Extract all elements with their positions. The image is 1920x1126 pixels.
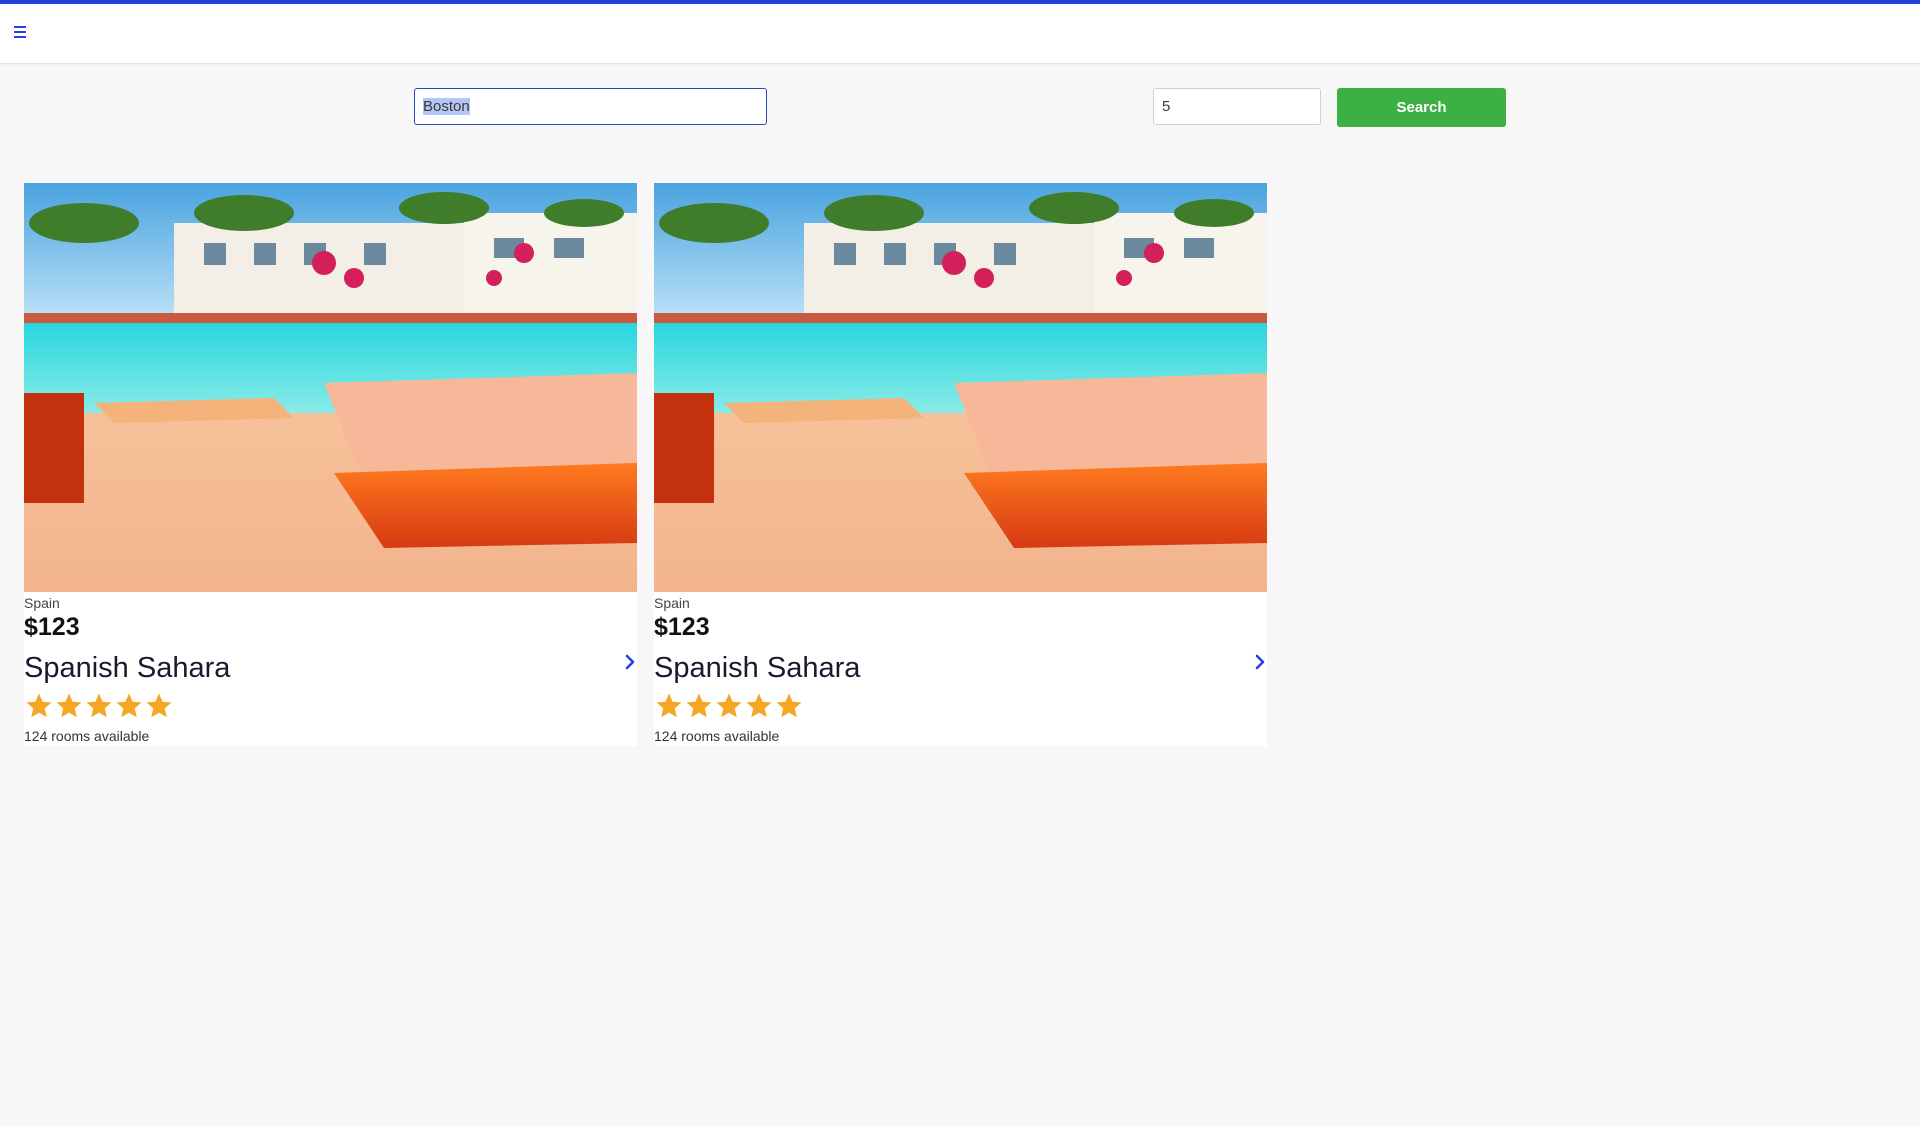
chevron-right-icon[interactable] bbox=[623, 653, 637, 671]
hamburger-menu-icon[interactable] bbox=[12, 26, 28, 40]
star-icon bbox=[146, 693, 172, 718]
card-country: Spain bbox=[654, 595, 690, 611]
location-input[interactable] bbox=[414, 88, 767, 125]
header bbox=[0, 4, 1920, 64]
card-price: $123 bbox=[654, 613, 710, 641]
guests-input[interactable] bbox=[1153, 88, 1321, 125]
card-rooms-available: 124 rooms available bbox=[654, 728, 780, 744]
star-icon bbox=[716, 693, 742, 718]
search-button[interactable]: Search bbox=[1337, 88, 1506, 127]
star-icon bbox=[56, 693, 82, 718]
star-icon bbox=[746, 693, 772, 718]
star-rating bbox=[654, 691, 804, 723]
star-icon bbox=[686, 693, 712, 718]
star-icon bbox=[776, 693, 802, 718]
star-icon bbox=[86, 693, 112, 718]
resort-pool-photo bbox=[654, 183, 1267, 592]
resort-pool-photo bbox=[24, 183, 637, 592]
search-bar: Search bbox=[0, 88, 1920, 555]
card-country: Spain bbox=[24, 595, 60, 611]
card-rooms-available: 124 rooms available bbox=[24, 728, 150, 744]
chevron-right-icon[interactable] bbox=[1253, 653, 1267, 671]
hotel-card[interactable]: Spain $123 Spanish Sahara 124 rooms avai… bbox=[654, 183, 1267, 746]
star-rating bbox=[24, 691, 174, 723]
star-icon bbox=[656, 693, 682, 718]
card-hotel-name: Spanish Sahara bbox=[24, 652, 231, 684]
star-icon bbox=[116, 693, 142, 718]
hotel-card[interactable]: Spain $123 Spanish Sahara 124 rooms avai… bbox=[24, 183, 637, 746]
star-icon bbox=[26, 693, 52, 718]
card-price: $123 bbox=[24, 613, 80, 641]
card-hotel-name: Spanish Sahara bbox=[654, 652, 861, 684]
